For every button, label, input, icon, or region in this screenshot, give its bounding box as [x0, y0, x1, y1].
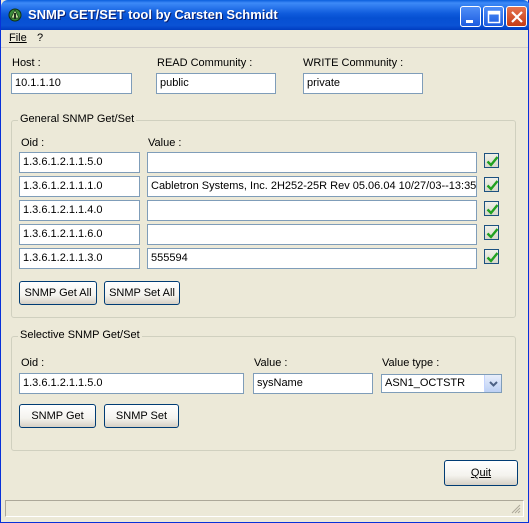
- quit-label: Quit: [470, 467, 492, 479]
- checkmark-icon: [486, 204, 499, 215]
- selective-value-label: Value :: [254, 357, 288, 369]
- close-button[interactable]: [506, 6, 527, 27]
- menu-file[interactable]: File: [9, 32, 27, 44]
- app-window: SNMP GET/SET tool by Carsten Schmidt Fil…: [0, 0, 529, 523]
- read-community-input[interactable]: public: [156, 73, 276, 94]
- write-community-input[interactable]: private: [303, 73, 423, 94]
- host-label: Host :: [12, 57, 41, 69]
- general-oid-input-5[interactable]: 1.3.6.1.2.1.1.3.0: [19, 248, 140, 269]
- general-value-input-4[interactable]: [147, 224, 477, 245]
- general-oid-input-3[interactable]: 1.3.6.1.2.1.1.4.0: [19, 200, 140, 221]
- app-icon: [7, 7, 23, 23]
- window-title: SNMP GET/SET tool by Carsten Schmidt: [28, 7, 278, 22]
- general-oid-input-2[interactable]: 1.3.6.1.2.1.1.1.0: [19, 176, 140, 197]
- general-row-checkbox-1[interactable]: [484, 153, 499, 168]
- maximize-button[interactable]: [483, 6, 504, 27]
- snmp-set-button[interactable]: SNMP Set: [104, 404, 179, 428]
- checkmark-icon: [486, 180, 499, 191]
- general-row-checkbox-5[interactable]: [484, 249, 499, 264]
- general-oid-input-4[interactable]: 1.3.6.1.2.1.1.6.0: [19, 224, 140, 245]
- host-input[interactable]: 10.1.1.10: [11, 73, 132, 94]
- dropdown-arrow-icon[interactable]: [484, 375, 501, 392]
- menu-help[interactable]: ?: [37, 32, 43, 44]
- snmp-get-button[interactable]: SNMP Get: [19, 404, 96, 428]
- minimize-button[interactable]: [460, 6, 481, 27]
- status-bar: [5, 500, 524, 517]
- checkmark-icon: [486, 156, 499, 167]
- quit-button[interactable]: Quit: [444, 460, 518, 486]
- selective-value-input[interactable]: sysName: [253, 373, 373, 394]
- snmp-get-all-button[interactable]: SNMP Get All: [19, 281, 97, 305]
- title-bar[interactable]: SNMP GET/SET tool by Carsten Schmidt: [1, 0, 529, 30]
- general-oid-header: Oid :: [21, 137, 45, 149]
- value-type-label: Value type :: [382, 357, 440, 369]
- checkmark-icon: [486, 228, 499, 239]
- selective-group-title: Selective SNMP Get/Set: [18, 329, 142, 341]
- menu-bar: File ?: [1, 30, 528, 48]
- snmp-set-all-button[interactable]: SNMP Set All: [104, 281, 180, 305]
- resize-grip-icon[interactable]: [509, 502, 521, 514]
- general-oid-input-1[interactable]: 1.3.6.1.2.1.1.5.0: [19, 152, 140, 173]
- value-type-selected: ASN1_OCTSTR: [385, 377, 466, 389]
- read-community-label: READ Community :: [157, 57, 253, 69]
- general-value-header: Value :: [148, 137, 182, 149]
- selective-oid-input[interactable]: 1.3.6.1.2.1.1.5.0: [19, 373, 244, 394]
- checkmark-icon: [486, 252, 499, 263]
- write-community-label: WRITE Community :: [303, 57, 404, 69]
- general-value-input-3[interactable]: [147, 200, 477, 221]
- value-type-select[interactable]: ASN1_OCTSTR: [381, 374, 502, 393]
- general-row-checkbox-4[interactable]: [484, 225, 499, 240]
- selective-oid-label: Oid :: [21, 357, 45, 369]
- general-row-checkbox-2[interactable]: [484, 177, 499, 192]
- general-group-title: General SNMP Get/Set: [18, 113, 137, 125]
- general-value-input-1[interactable]: [147, 152, 477, 173]
- general-value-input-5[interactable]: 555594: [147, 248, 477, 269]
- general-value-input-2[interactable]: Cabletron Systems, Inc. 2H252-25R Rev 05…: [147, 176, 477, 197]
- general-row-checkbox-3[interactable]: [484, 201, 499, 216]
